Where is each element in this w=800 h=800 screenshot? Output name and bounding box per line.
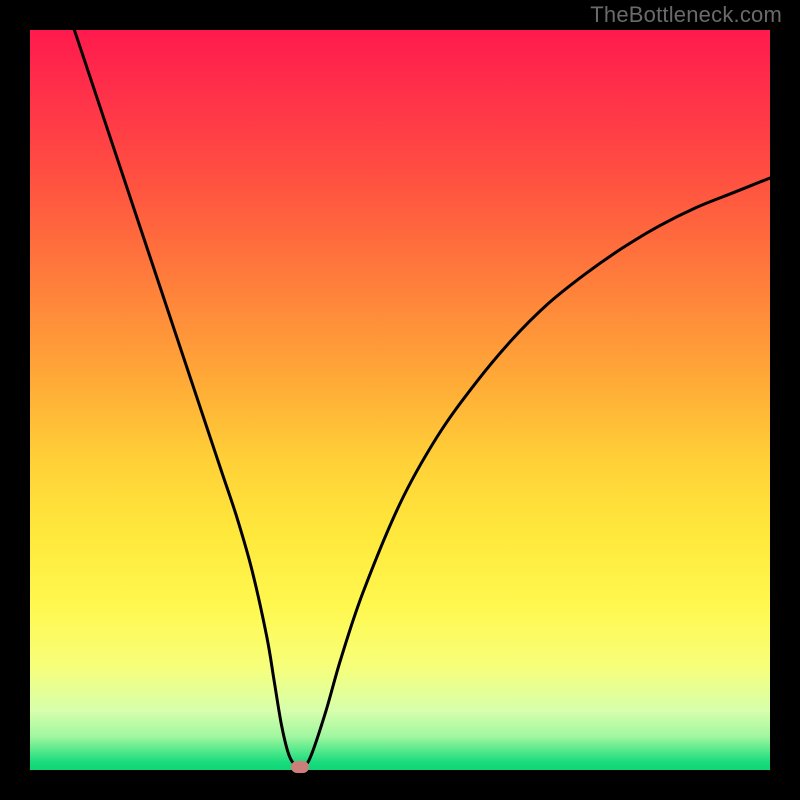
gradient-background bbox=[30, 30, 770, 770]
bottleneck-chart bbox=[30, 30, 770, 770]
chart-frame: TheBottleneck.com bbox=[0, 0, 800, 800]
watermark-text: TheBottleneck.com bbox=[590, 2, 782, 28]
bottleneck-marker bbox=[291, 761, 309, 773]
